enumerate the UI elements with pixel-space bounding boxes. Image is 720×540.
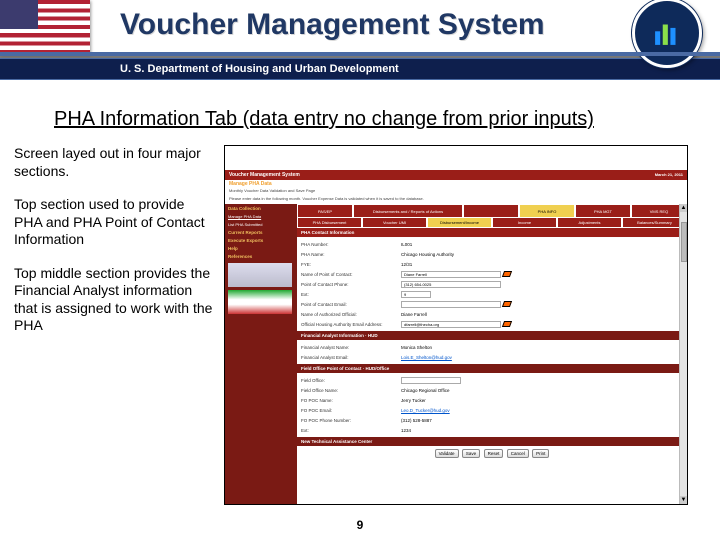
whitehouse-image [228, 290, 292, 314]
embed-subheading: Monthly Voucher Data Validation and Save… [225, 188, 687, 196]
slide-header: Voucher Management System Voucher Manage… [0, 0, 720, 58]
usa-gov-image [228, 263, 292, 287]
tab-active[interactable]: PHA INFO [519, 204, 575, 218]
embed-sidebar: Data Collection Manage PHA Data List PHA… [225, 204, 297, 504]
tab[interactable]: Balances/Summary [622, 218, 687, 228]
tab[interactable]: Disbursements and / Reports of Actions [353, 204, 463, 218]
tab[interactable]: Disbursement/Income [427, 218, 492, 228]
contact-phone-input[interactable]: (312) 654-0025 [401, 281, 501, 288]
section-tech: New Technical Assistance Center [297, 437, 687, 446]
scroll-up-icon[interactable]: ▲ [680, 204, 688, 212]
hud-dept-bar: U. S. Department of Housing and Urban De… [0, 58, 720, 80]
embed-banner [225, 146, 687, 170]
form-fa: Financial Analyst Name:Monica Shelton Fi… [297, 340, 687, 364]
sidebar-link[interactable]: Manage PHA Data [228, 214, 294, 219]
tab[interactable]: PAS/EP [297, 204, 353, 218]
contact-email-input[interactable] [401, 301, 501, 308]
scroll-thumb[interactable] [681, 222, 687, 262]
tab[interactable]: Voucher UMI [362, 218, 427, 228]
section-fo: Field Office Point of Contact · HUD/Offi… [297, 364, 687, 373]
official-email-input[interactable]: dfarrell@thecha.org [401, 321, 501, 328]
vms-screenshot: Voucher Management System March 21, 2011… [224, 145, 688, 505]
section-fa: Financial Analyst Information · HUD [297, 331, 687, 340]
cancel-button[interactable]: Cancel [507, 449, 529, 458]
tab[interactable]: PHA MGT [575, 204, 631, 218]
scroll-down-icon[interactable]: ▼ [680, 496, 688, 504]
print-button[interactable]: Print [532, 449, 549, 458]
tab[interactable]: PHA Disbursement [297, 218, 362, 228]
tab[interactable]: Income [492, 218, 557, 228]
hud-seal-icon [632, 0, 702, 68]
tab[interactable]: Adjustments [557, 218, 622, 228]
embed-instruction: Please enter data in the following month… [225, 196, 687, 204]
form-contact: PHA Number:IL001 PHA Name:Chicago Housin… [297, 237, 687, 331]
ext-input[interactable]: 9 [401, 291, 431, 298]
page-number: 9 [0, 518, 720, 532]
save-button[interactable]: Save [462, 449, 480, 458]
form-fo: Field Office: Field Office Name:Chicago … [297, 373, 687, 437]
flag-icon [502, 301, 512, 307]
slide-content: Screen layed out in four major sections.… [0, 145, 720, 505]
validate-button[interactable]: Validate [435, 449, 459, 458]
reset-button[interactable]: Reset [484, 449, 504, 458]
note-2: Top section used to provide PHA and PHA … [14, 196, 214, 249]
flag-icon [502, 321, 512, 327]
tab[interactable] [463, 204, 519, 218]
embed-main: PAS/EP Disbursements and / Reports of Ac… [297, 204, 687, 504]
tabs-row-1: PAS/EP Disbursements and / Reports of Ac… [297, 204, 687, 218]
form-buttons: Validate Save Reset Cancel Print [297, 446, 687, 461]
us-flag-image [0, 0, 90, 54]
section-contact: PHA Contact Information [297, 228, 687, 237]
slide-subtitle: PHA Information Tab (data entry no chang… [54, 108, 666, 131]
flag-icon [502, 271, 512, 277]
embed-page-heading: Manage PHA Data [225, 180, 687, 188]
tabs-row-2: PHA Disbursement Voucher UMI Disbursemen… [297, 218, 687, 228]
notes-column: Screen layed out in four major sections.… [14, 145, 214, 505]
contact-name-input[interactable]: Diane Farrell [401, 271, 501, 278]
header-rule [0, 52, 720, 56]
slide-title: Voucher Management System [120, 8, 545, 42]
note-1: Screen layed out in four major sections. [14, 145, 214, 180]
fo-select[interactable] [401, 377, 461, 384]
scrollbar[interactable]: ▲ ▼ [679, 204, 687, 504]
note-3: Top middle section provides the Financia… [14, 265, 214, 335]
embed-app-title: Voucher Management System March 21, 2011 [225, 170, 687, 180]
sidebar-link[interactable]: List PHA Submitted [228, 222, 294, 227]
